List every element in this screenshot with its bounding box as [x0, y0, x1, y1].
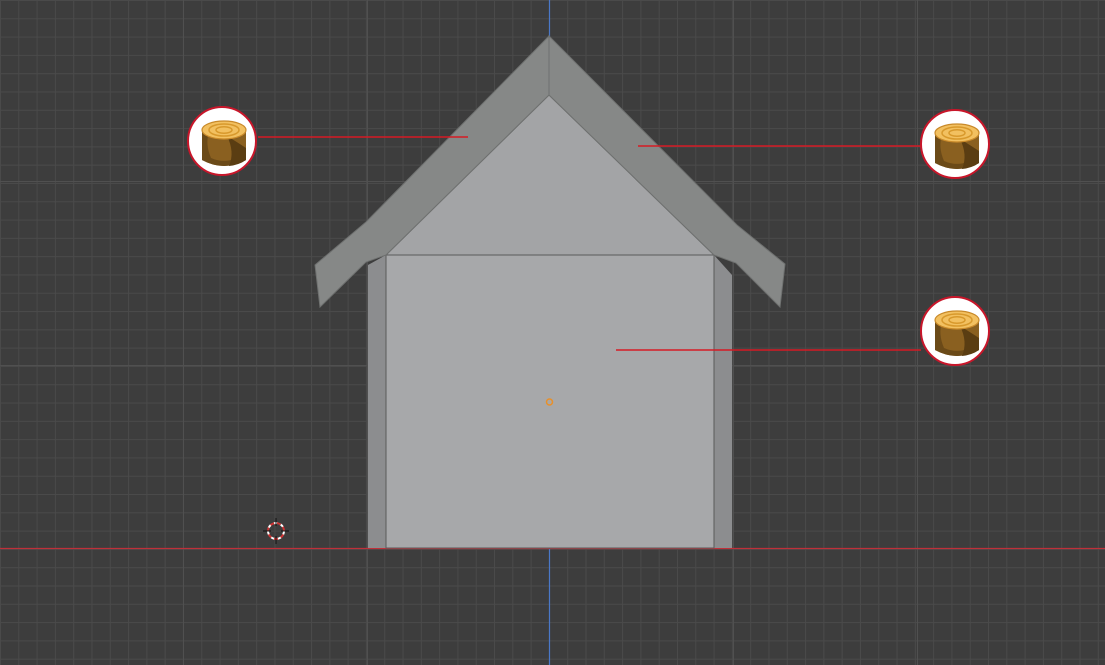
- wood-log-icon: [201, 120, 247, 166]
- front-wall: [385, 254, 715, 549]
- wood-log-icon: [934, 123, 980, 169]
- wall-callout[interactable]: [920, 296, 990, 366]
- wall-left-side: [368, 255, 386, 548]
- wall-right-side: [714, 255, 732, 548]
- house-model[interactable]: [314, 34, 786, 549]
- roof-right-callout[interactable]: [920, 109, 990, 179]
- roof-left-callout[interactable]: [187, 106, 257, 176]
- wood-log-icon: [934, 310, 980, 356]
- 3d-viewport[interactable]: [0, 0, 1105, 665]
- 3d-cursor-icon[interactable]: [263, 518, 289, 544]
